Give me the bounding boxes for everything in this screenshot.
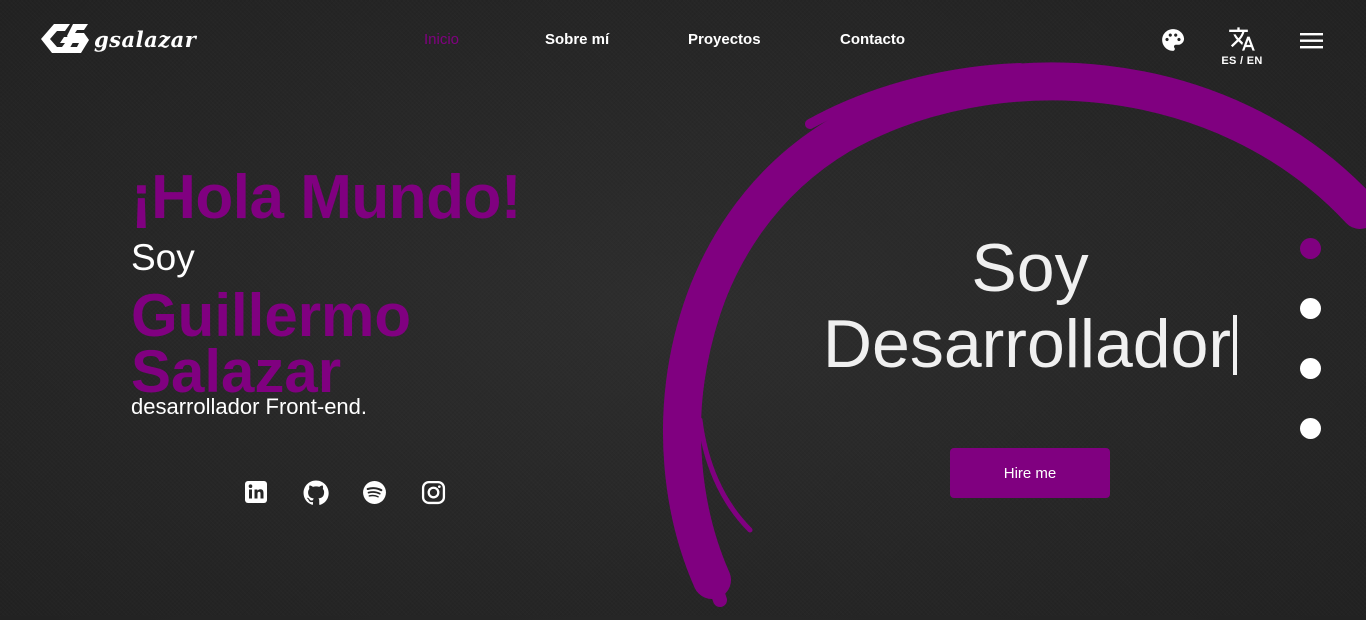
typed-line-1: Soy — [971, 230, 1089, 306]
github-icon — [303, 480, 329, 505]
hero-intro-text: Soy — [131, 237, 195, 278]
spotify-icon — [363, 481, 386, 504]
translate-icon — [1229, 27, 1255, 51]
spotify-link[interactable] — [362, 480, 386, 504]
nav-item-inicio[interactable]: Inicio — [424, 31, 459, 48]
nav-item-sobre-mi[interactable]: Sobre mí — [545, 31, 609, 48]
hero-greeting: ¡Hola Mundo! — [131, 163, 522, 232]
instagram-link[interactable] — [421, 480, 446, 505]
typed-line-2-wrapper: Desarrollador — [780, 306, 1280, 382]
language-label: ES / EN — [1221, 55, 1263, 67]
palette-icon — [1162, 29, 1185, 51]
typed-headline: Soy Desarrollador — [780, 230, 1280, 382]
theme-button[interactable] — [1160, 27, 1186, 53]
hamburger-menu-icon — [1300, 33, 1323, 49]
section-pagination — [1300, 238, 1322, 478]
section-dot-1[interactable] — [1300, 238, 1321, 259]
linkedin-link[interactable] — [244, 480, 268, 504]
typing-cursor — [1233, 315, 1238, 375]
language-toggle[interactable]: ES / EN — [1218, 25, 1266, 71]
hire-me-button[interactable]: Hire me — [950, 448, 1110, 498]
github-link[interactable] — [303, 480, 329, 505]
typed-line-2: Desarrollador — [822, 306, 1232, 382]
instagram-icon — [421, 480, 446, 505]
nav-item-proyectos[interactable]: Proyectos — [688, 31, 761, 48]
hero-intro: ¡Hola Mundo! Soy Guillermo Salazar desar… — [131, 160, 651, 420]
menu-button[interactable] — [1299, 30, 1325, 52]
social-links — [244, 480, 446, 505]
section-dot-2[interactable] — [1300, 298, 1321, 319]
hero-name: Guillermo Salazar — [131, 282, 412, 405]
section-dot-3[interactable] — [1300, 358, 1321, 379]
linkedin-icon — [245, 481, 267, 503]
section-dot-4[interactable] — [1300, 418, 1321, 439]
hero-role: desarrollador Front-end. — [131, 394, 368, 419]
nav-item-contacto[interactable]: Contacto — [840, 31, 905, 48]
